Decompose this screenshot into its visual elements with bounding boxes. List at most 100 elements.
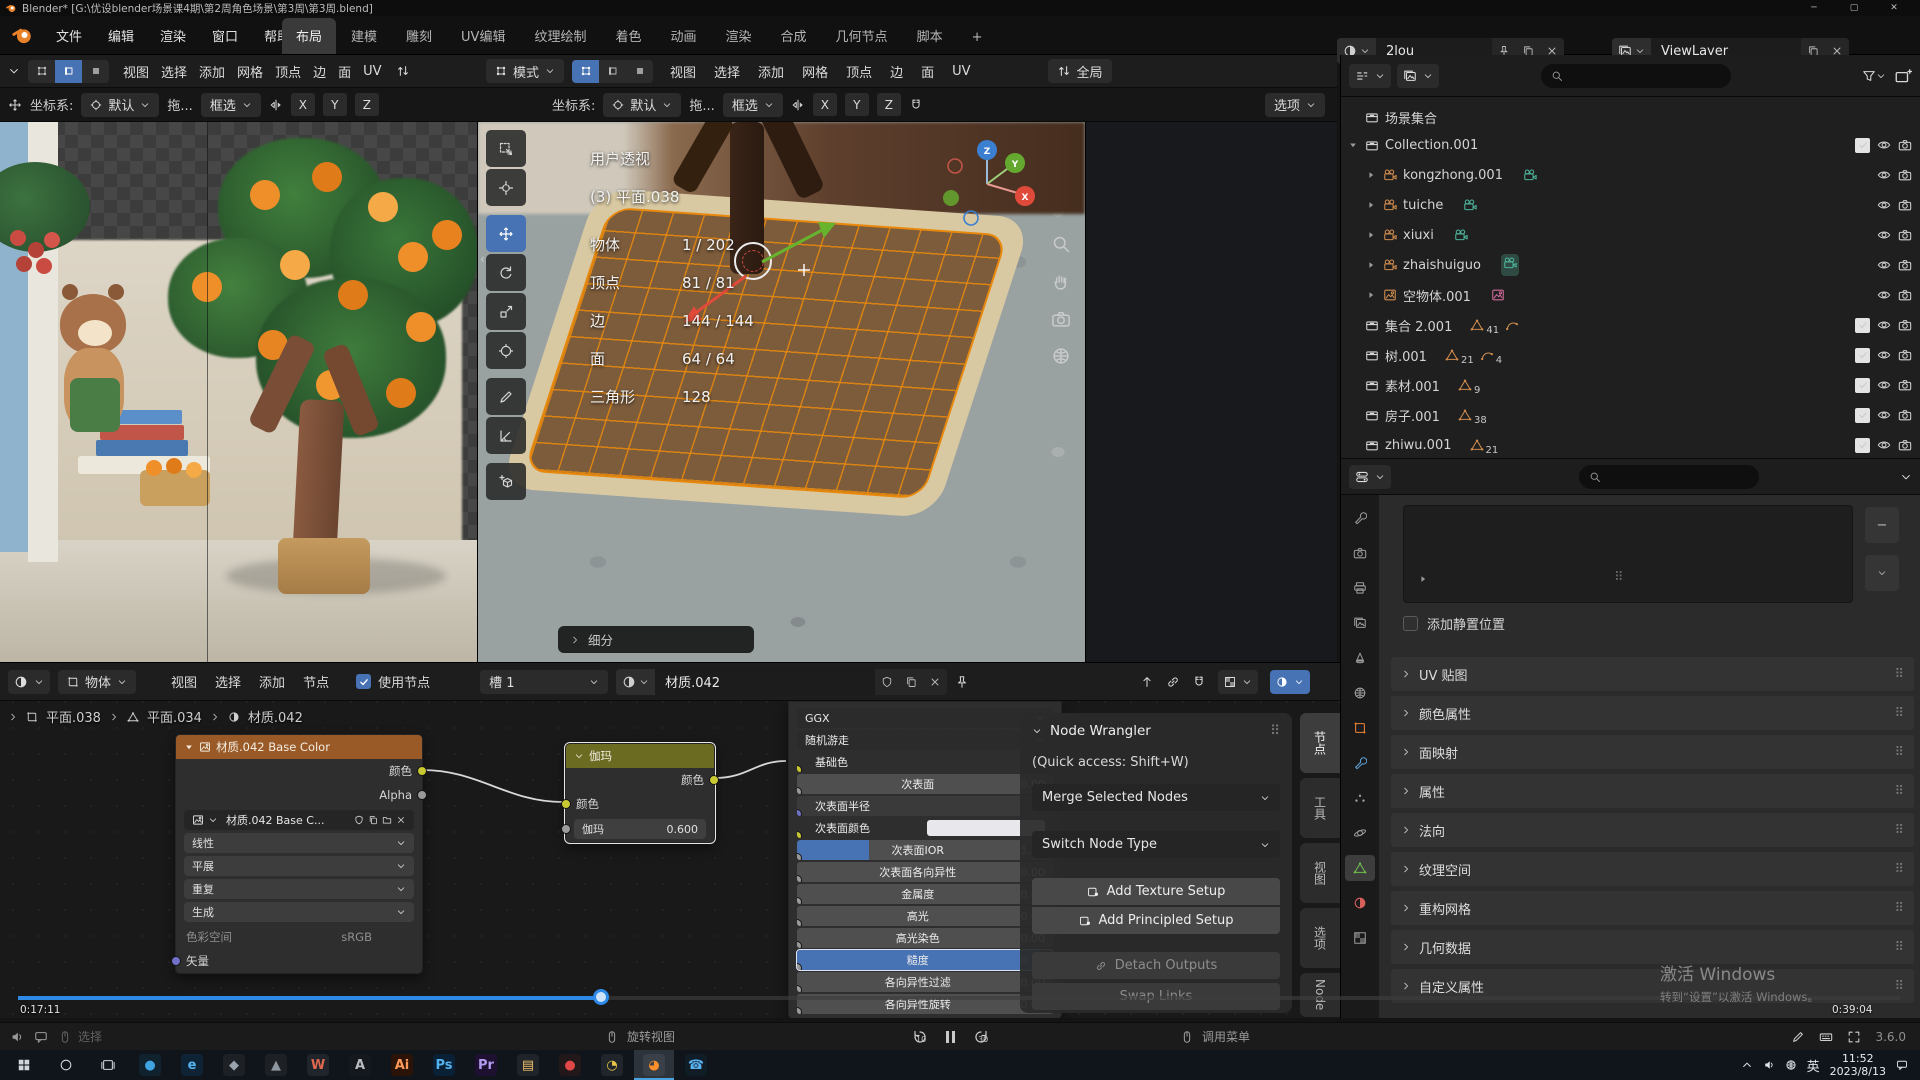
drag-label[interactable]: 拖... xyxy=(689,95,714,114)
eye-icon[interactable] xyxy=(1877,168,1891,182)
workspace-tab[interactable]: UV编辑 xyxy=(447,18,519,54)
shader-menu-item[interactable]: 节点 xyxy=(294,668,338,695)
viewport-menu-item[interactable]: 网格 xyxy=(231,58,269,85)
detach-outputs-button[interactable]: Detach Outputs xyxy=(1032,952,1280,979)
danmaku-icon[interactable] xyxy=(34,1030,48,1044)
anisotropic-row[interactable]: 各向异性过滤0.00 xyxy=(797,972,1053,992)
render-visibility-icon[interactable] xyxy=(1898,198,1912,212)
taskbar-app-icon[interactable]: A xyxy=(340,1050,380,1080)
annotate-icon[interactable] xyxy=(1791,1030,1805,1044)
tool-move[interactable] xyxy=(486,215,526,252)
viewport-menu-item[interactable]: 视图 xyxy=(661,58,705,85)
workspace-tab[interactable]: 着色 xyxy=(601,18,655,54)
subsurface-ior-row[interactable]: 次表面IOR1.28 xyxy=(797,840,1053,860)
list-remove-button[interactable]: − xyxy=(1865,507,1899,543)
copy-material-icon[interactable] xyxy=(899,669,923,695)
mirror-icon[interactable] xyxy=(269,98,283,112)
distribution-dropdown[interactable]: GGX xyxy=(797,708,1053,728)
blender-logo-icon[interactable] xyxy=(12,25,32,45)
checkbox-icon[interactable] xyxy=(1855,408,1870,423)
checkbox-icon[interactable] xyxy=(1403,616,1418,631)
section-uv-maps[interactable]: UV 贴图⠿ xyxy=(1391,657,1914,691)
tool-cursor[interactable] xyxy=(486,169,526,206)
projection-dropdown[interactable]: 平展 xyxy=(184,856,414,876)
gamma-input-socket[interactable] xyxy=(561,824,571,834)
render-visibility-icon[interactable] xyxy=(1898,408,1912,422)
gamma-node[interactable]: 伽玛 颜色 颜色 伽玛0.600 xyxy=(565,743,715,843)
copy-icon[interactable] xyxy=(368,815,378,825)
cortana-button[interactable] xyxy=(46,1050,86,1080)
tab-viewlayer[interactable] xyxy=(1345,610,1375,636)
section-color-attributes[interactable]: 颜色属性⠿ xyxy=(1391,696,1914,730)
menu-item[interactable]: 文件 xyxy=(44,21,94,50)
navigation-gizmo[interactable]: Z Y X xyxy=(925,132,1055,244)
taskbar-app-icon[interactable]: Ps xyxy=(424,1050,464,1080)
auto-link-icon[interactable] xyxy=(1166,675,1180,689)
viewport-menu-item[interactable]: UV xyxy=(357,60,387,83)
outliner-row[interactable]: tuiche xyxy=(1365,191,1918,219)
new-collection-icon[interactable] xyxy=(1894,67,1912,85)
workspace-tab[interactable]: 合成 xyxy=(767,18,821,54)
section-texture-space[interactable]: 纹理空间⠿ xyxy=(1391,852,1914,886)
drag-label[interactable]: 拖... xyxy=(167,95,192,114)
fullscreen-icon[interactable] xyxy=(1847,1030,1861,1044)
tool-select-box[interactable] xyxy=(486,130,526,167)
perspective-toggle-icon[interactable] xyxy=(1051,346,1071,366)
camera-view-icon[interactable] xyxy=(1051,309,1071,329)
outliner-row[interactable]: zhiwu.00121 xyxy=(1347,431,1918,458)
tray-clock[interactable]: 11:522023/8/13 xyxy=(1830,1052,1886,1078)
image-datablock-widget[interactable]: 材质.042 Base C... xyxy=(184,810,414,830)
checkbox-icon[interactable] xyxy=(1855,348,1870,363)
editor-type-dropdown[interactable] xyxy=(1349,465,1391,489)
eye-icon[interactable] xyxy=(1877,258,1891,272)
axis-y-button[interactable]: Y xyxy=(323,93,347,116)
tab-node-en[interactable]: Node xyxy=(1300,973,1340,1017)
editor-type-chevron-icon[interactable] xyxy=(8,65,20,77)
workspace-tab[interactable]: 布局 xyxy=(282,18,336,54)
mode-dropdown[interactable]: 模式 xyxy=(486,59,564,83)
workspace-tab[interactable]: 纹理绘制 xyxy=(520,18,600,54)
eye-icon[interactable] xyxy=(1877,318,1891,332)
tool-scale[interactable] xyxy=(486,293,526,330)
extension-dropdown[interactable]: 重复 xyxy=(184,879,414,899)
shape-key-list[interactable]: ⠿ xyxy=(1403,505,1853,603)
edge-mask-toggle[interactable] xyxy=(55,60,82,83)
eye-icon[interactable] xyxy=(1877,408,1891,422)
tab-physics[interactable] xyxy=(1345,820,1375,846)
tab-texture[interactable] xyxy=(1345,925,1375,951)
add-texture-setup-button[interactable]: Add Texture Setup xyxy=(1032,878,1280,905)
outliner-filter-type-dropdown[interactable] xyxy=(1397,64,1439,88)
eye-icon[interactable] xyxy=(1877,438,1891,452)
mirror-icon[interactable] xyxy=(791,98,805,112)
active-tool-icon[interactable] xyxy=(8,98,22,112)
forward-30-button[interactable]: 30 xyxy=(973,1029,989,1045)
tab-particles[interactable] xyxy=(1345,785,1375,811)
eye-icon[interactable] xyxy=(1877,348,1891,362)
eye-icon[interactable] xyxy=(1877,228,1891,242)
list-menu-button[interactable] xyxy=(1865,555,1899,591)
pause-button[interactable] xyxy=(946,1031,955,1043)
insert-node-icon[interactable] xyxy=(1140,675,1154,689)
rewind-10-button[interactable]: 10 xyxy=(912,1029,928,1045)
taskbar-app-icon[interactable]: ● xyxy=(130,1050,170,1080)
orientation-icon[interactable] xyxy=(396,64,410,78)
unlink-icon[interactable] xyxy=(396,815,406,825)
close-button[interactable]: ✕ xyxy=(1874,3,1914,13)
viewport-menu-item[interactable]: 面 xyxy=(912,58,943,85)
viewport-menu-item[interactable]: 添加 xyxy=(193,58,231,85)
section-geometry-data[interactable]: 几何数据⠿ xyxy=(1391,930,1914,964)
snap-icon[interactable] xyxy=(1192,675,1206,689)
image-texture-node[interactable]: 材质.042 Base Color 颜色 Alpha 材质.042 Base C… xyxy=(175,734,423,974)
chevron-down-icon[interactable] xyxy=(1876,71,1886,81)
color-output-socket[interactable] xyxy=(709,775,719,785)
roughness-row[interactable]: 糙度0.94 xyxy=(797,950,1053,970)
subsurface-row[interactable]: 次表面0.00 xyxy=(797,774,1053,794)
outliner-row[interactable]: 集合 2.00141 xyxy=(1347,311,1918,339)
color-output-socket[interactable] xyxy=(417,766,427,776)
taskbar-app-icon[interactable]: ● xyxy=(550,1050,590,1080)
edit-viewport-canvas[interactable]: Z Y X xyxy=(478,122,1085,662)
shader-type-dropdown[interactable]: 物体 xyxy=(58,670,136,694)
coord-dropdown[interactable]: 默认 xyxy=(81,93,159,117)
checkbox-icon[interactable] xyxy=(1855,438,1870,453)
properties-search-input[interactable] xyxy=(1579,465,1759,489)
